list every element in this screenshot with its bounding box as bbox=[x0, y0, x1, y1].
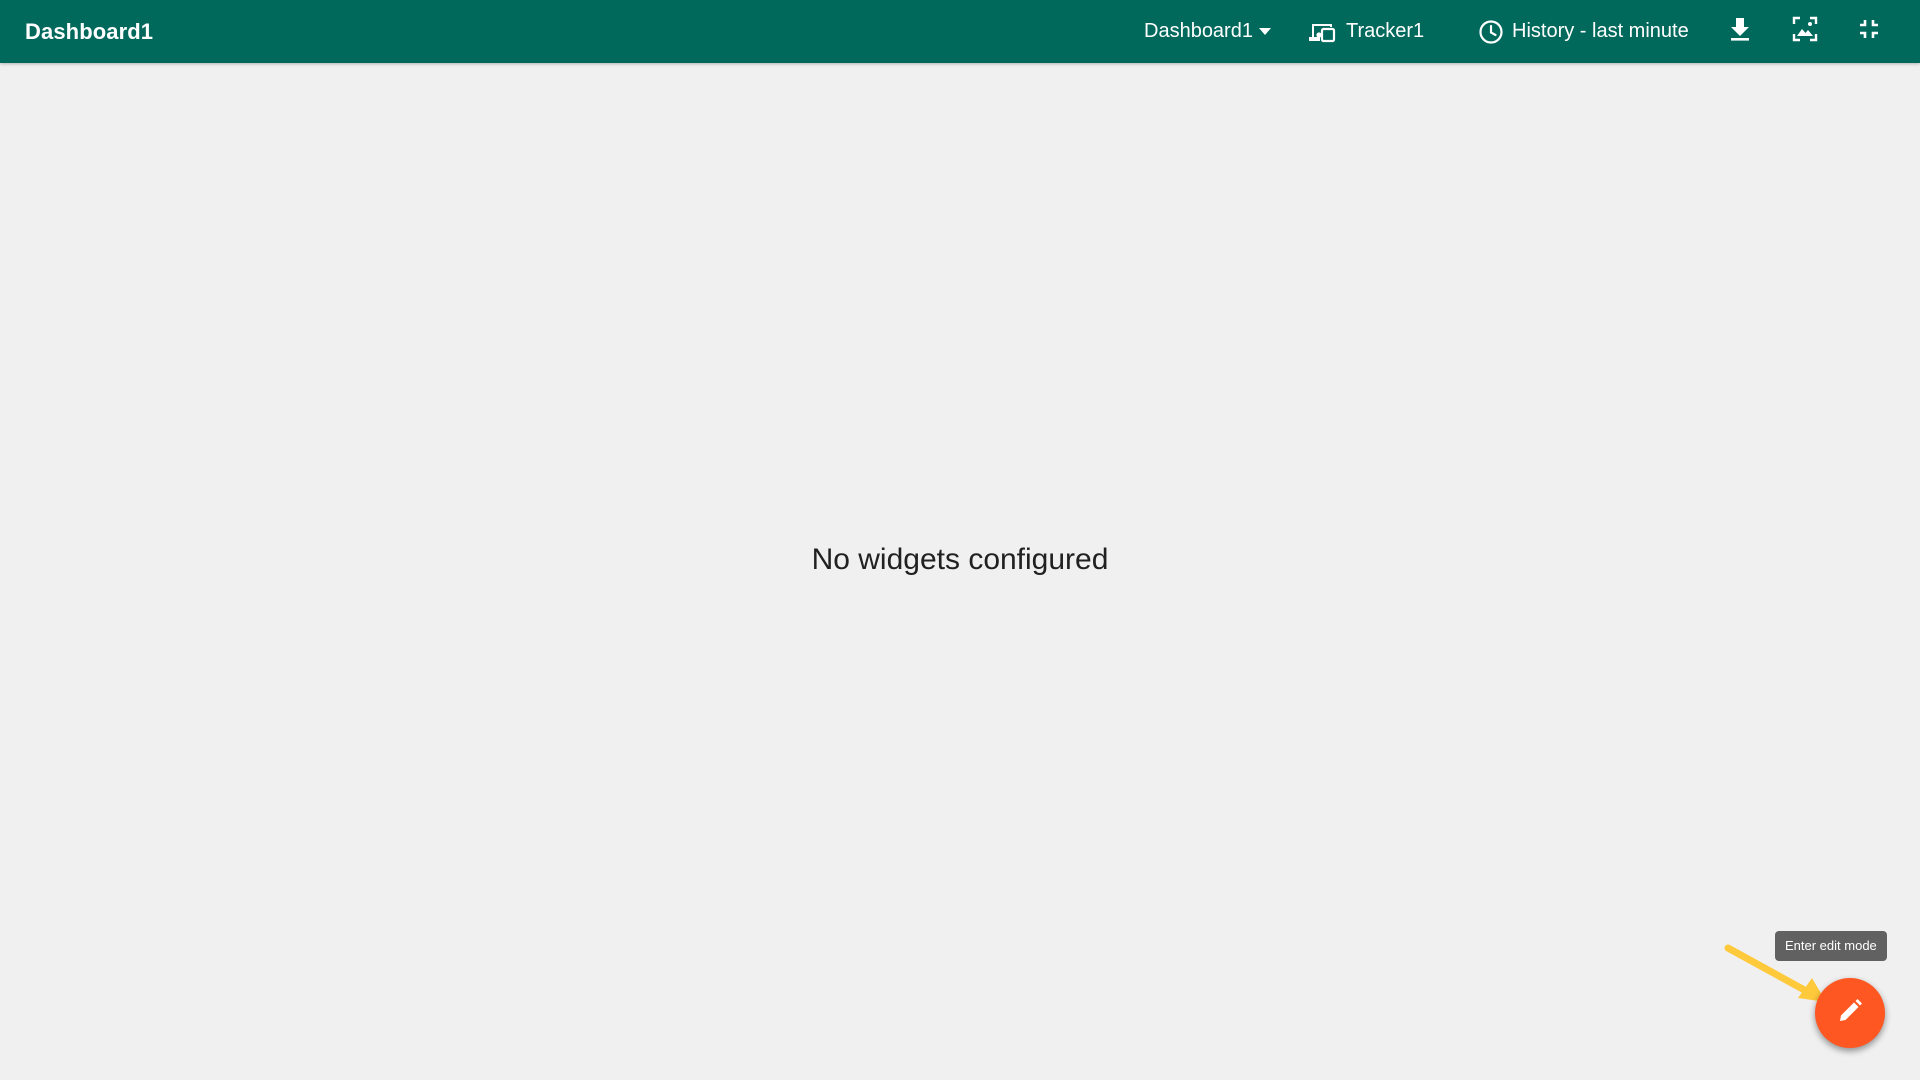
download-button[interactable] bbox=[1718, 0, 1762, 63]
tracker-button[interactable]: Tracker1 bbox=[1308, 0, 1424, 63]
dashboard-selector[interactable]: Dashboard1 bbox=[1144, 0, 1271, 63]
exit-fullscreen-button[interactable] bbox=[1847, 0, 1891, 63]
top-toolbar: Dashboard1 Dashboard1 Tracker1 History -… bbox=[0, 0, 1920, 63]
empty-state-message: No widgets configured bbox=[811, 543, 1109, 576]
pencil-icon bbox=[1837, 998, 1863, 1029]
dashboard-app: Dashboard1 Dashboard1 Tracker1 History -… bbox=[0, 0, 1920, 1080]
download-icon bbox=[1729, 17, 1751, 46]
enter-edit-mode-button[interactable] bbox=[1815, 978, 1885, 1048]
screenshot-button[interactable] bbox=[1783, 0, 1827, 63]
screenshot-icon bbox=[1792, 16, 1818, 47]
page-title: Dashboard1 bbox=[25, 19, 154, 44]
history-label: History - last minute bbox=[1512, 20, 1689, 42]
history-button[interactable]: History - last minute bbox=[1478, 0, 1689, 63]
dashboard-selector-label: Dashboard1 bbox=[1144, 20, 1253, 42]
devices-icon bbox=[1308, 21, 1346, 43]
caret-down-icon bbox=[1258, 28, 1271, 35]
annotation-arrow bbox=[1724, 944, 1826, 1002]
clock-icon bbox=[1478, 19, 1512, 45]
tracker-label: Tracker1 bbox=[1346, 20, 1425, 42]
fullscreen-exit-icon bbox=[1858, 18, 1880, 45]
